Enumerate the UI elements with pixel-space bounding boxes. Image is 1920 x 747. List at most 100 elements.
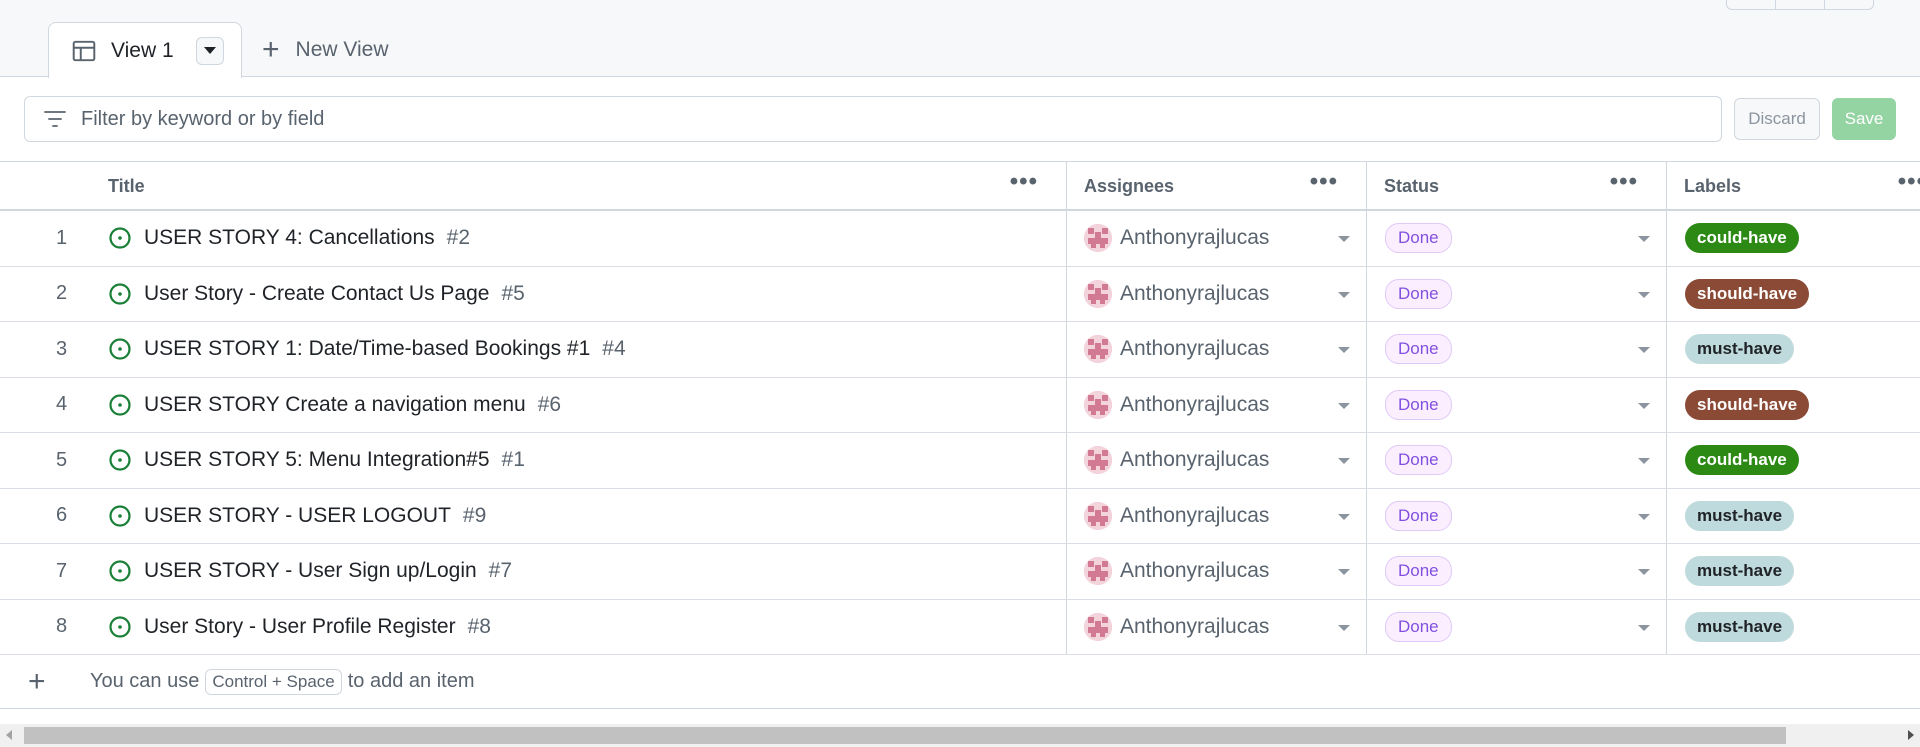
assignee-cell[interactable]: Anthonyrajlucas xyxy=(1066,211,1366,266)
status-cell[interactable]: Done xyxy=(1366,544,1666,599)
scroll-right-icon[interactable] xyxy=(1908,730,1914,740)
layout-button-3[interactable] xyxy=(1825,0,1873,9)
issue-title-link[interactable]: USER STORY 4: Cancellations xyxy=(144,226,435,250)
chevron-down-icon[interactable] xyxy=(1338,624,1350,631)
column-header-labels[interactable]: Labels ••• xyxy=(1684,162,1920,210)
chevron-down-icon[interactable] xyxy=(1638,402,1650,409)
assignee-cell[interactable]: Anthonyrajlucas xyxy=(1066,599,1366,654)
column-header-assignees[interactable]: Assignees ••• xyxy=(1084,162,1366,210)
table-row[interactable]: 7 USER STORY - User Sign up/Login #7 Anthon… xyxy=(0,544,1920,600)
labels-cell[interactable]: should-have xyxy=(1666,266,1920,321)
chevron-down-icon[interactable] xyxy=(1638,624,1650,631)
column-menu-icon[interactable]: ••• xyxy=(1898,170,1920,194)
row-number: 1 xyxy=(56,226,68,249)
chevron-down-icon[interactable] xyxy=(1338,236,1350,243)
chevron-down-icon[interactable] xyxy=(1338,402,1350,409)
labels-cell[interactable]: must-have xyxy=(1666,488,1920,543)
layout-button-group[interactable] xyxy=(1726,0,1874,10)
issue-title-link[interactable]: USER STORY - USER LOGOUT xyxy=(144,504,451,528)
table-row[interactable]: 8 User Story - User Profile Register #8 Ant… xyxy=(0,599,1920,655)
project-title-fragment xyxy=(36,0,156,6)
assignee-cell[interactable]: Anthonyrajlucas xyxy=(1066,322,1366,377)
column-menu-icon[interactable]: ••• xyxy=(1610,170,1638,194)
table-row[interactable]: 6 USER STORY - USER LOGOUT #9 Anthonyrajluc… xyxy=(0,488,1920,544)
table-header: Title ••• Assignees ••• Status ••• Label… xyxy=(0,161,1920,212)
table-row[interactable]: 2 User Story - Create Contact Us Page #5 An… xyxy=(0,266,1920,322)
plus-icon[interactable]: + xyxy=(28,665,46,699)
column-header-status[interactable]: Status ••• xyxy=(1384,162,1666,210)
table-row[interactable]: 1 USER STORY 4: Cancellations #2 Anthonyraj… xyxy=(0,211,1920,267)
issue-open-icon xyxy=(109,338,131,360)
add-item-row[interactable]: + You can use Control + Space to add an … xyxy=(0,655,1920,709)
chevron-down-icon[interactable] xyxy=(1338,513,1350,520)
discard-button[interactable]: Discard xyxy=(1734,98,1820,140)
chevron-down-icon[interactable] xyxy=(1638,236,1650,243)
column-header-title[interactable]: Title ••• xyxy=(108,162,1066,210)
status-cell[interactable]: Done xyxy=(1366,599,1666,654)
layout-button-2[interactable] xyxy=(1776,0,1825,9)
title-cell[interactable]: USER STORY 1: Date/Time-based Bookings #… xyxy=(108,322,1066,377)
column-divider[interactable] xyxy=(1666,162,1667,212)
column-divider[interactable] xyxy=(1066,162,1067,212)
column-menu-icon[interactable]: ••• xyxy=(1310,170,1338,194)
labels-cell[interactable]: should-have xyxy=(1666,377,1920,432)
label-badge: must-have xyxy=(1685,556,1795,587)
issue-title-link[interactable]: USER STORY 5: Menu Integration#5 xyxy=(144,448,490,472)
status-cell[interactable]: Done xyxy=(1366,433,1666,488)
horizontal-scrollbar[interactable] xyxy=(0,724,1920,747)
labels-cell[interactable]: must-have xyxy=(1666,599,1920,654)
assignee-cell[interactable]: Anthonyrajlucas xyxy=(1066,377,1366,432)
scrollbar-thumb[interactable] xyxy=(24,727,1786,744)
column-menu-icon[interactable]: ••• xyxy=(1010,170,1038,194)
issue-title-link[interactable]: USER STORY Create a navigation menu xyxy=(144,393,526,417)
title-cell[interactable]: USER STORY 5: Menu Integration#5 #1 xyxy=(108,433,1066,488)
new-view-button[interactable]: + New View xyxy=(262,22,389,78)
issue-title-link[interactable]: USER STORY 1: Date/Time-based Bookings #… xyxy=(144,337,590,361)
layout-button-1[interactable] xyxy=(1727,0,1776,9)
labels-cell[interactable]: must-have xyxy=(1666,322,1920,377)
status-cell[interactable]: Done xyxy=(1366,377,1666,432)
chevron-down-icon[interactable] xyxy=(1338,569,1350,576)
scroll-left-icon[interactable] xyxy=(6,730,12,740)
table-row[interactable]: 3 USER STORY 1: Date/Time-based Bookings … xyxy=(0,322,1920,378)
assignee-cell[interactable]: Anthonyrajlucas xyxy=(1066,544,1366,599)
chevron-down-icon[interactable] xyxy=(1638,347,1650,354)
status-cell[interactable]: Done xyxy=(1366,488,1666,543)
save-button[interactable]: Save xyxy=(1832,98,1896,140)
issue-title-link[interactable]: User Story - Create Contact Us Page xyxy=(144,282,489,306)
status-cell[interactable]: Done xyxy=(1366,266,1666,321)
assignee-cell[interactable]: Anthonyrajlucas xyxy=(1066,433,1366,488)
title-cell[interactable]: User Story - Create Contact Us Page #5 xyxy=(108,267,1066,322)
title-cell[interactable]: USER STORY - User Sign up/Login #7 xyxy=(108,544,1066,599)
column-assignees-label: Assignees xyxy=(1084,175,1175,196)
status-cell[interactable]: Done xyxy=(1366,211,1666,266)
chevron-down-icon[interactable] xyxy=(1338,458,1350,465)
table-row[interactable]: 4 USER STORY Create a navigation menu #6 An… xyxy=(0,377,1920,433)
issue-title-link[interactable]: USER STORY - User Sign up/Login xyxy=(144,559,477,583)
status-cell[interactable]: Done xyxy=(1366,322,1666,377)
title-cell[interactable]: USER STORY 4: Cancellations #2 xyxy=(108,211,1066,266)
labels-cell[interactable]: could-have xyxy=(1666,433,1920,488)
assignee-cell[interactable]: Anthonyrajlucas xyxy=(1066,488,1366,543)
chevron-down-icon[interactable] xyxy=(1338,291,1350,298)
issue-open-icon xyxy=(109,560,131,582)
issue-title-link[interactable]: User Story - User Profile Register xyxy=(144,615,456,639)
chevron-down-icon[interactable] xyxy=(1638,569,1650,576)
title-cell[interactable]: USER STORY Create a navigation menu #6 xyxy=(108,378,1066,433)
filter-input[interactable] xyxy=(81,107,1581,131)
labels-cell[interactable]: could-have xyxy=(1666,211,1920,266)
title-cell[interactable]: USER STORY - USER LOGOUT #9 xyxy=(108,489,1066,544)
filter-bar[interactable] xyxy=(24,96,1722,142)
assignee-cell[interactable]: Anthonyrajlucas xyxy=(1066,266,1366,321)
tab-view-1[interactable]: View 1 xyxy=(48,22,242,78)
project-header: View 1 + New View xyxy=(0,0,1920,78)
view-options-dropdown[interactable] xyxy=(195,36,224,65)
table-row[interactable]: 5 USER STORY 5: Menu Integration#5 #1 Antho… xyxy=(0,433,1920,489)
column-divider[interactable] xyxy=(1366,162,1367,212)
chevron-down-icon[interactable] xyxy=(1638,513,1650,520)
chevron-down-icon[interactable] xyxy=(1338,347,1350,354)
title-cell[interactable]: User Story - User Profile Register #8 xyxy=(108,600,1066,655)
chevron-down-icon[interactable] xyxy=(1638,291,1650,298)
chevron-down-icon[interactable] xyxy=(1638,458,1650,465)
labels-cell[interactable]: must-have xyxy=(1666,544,1920,599)
